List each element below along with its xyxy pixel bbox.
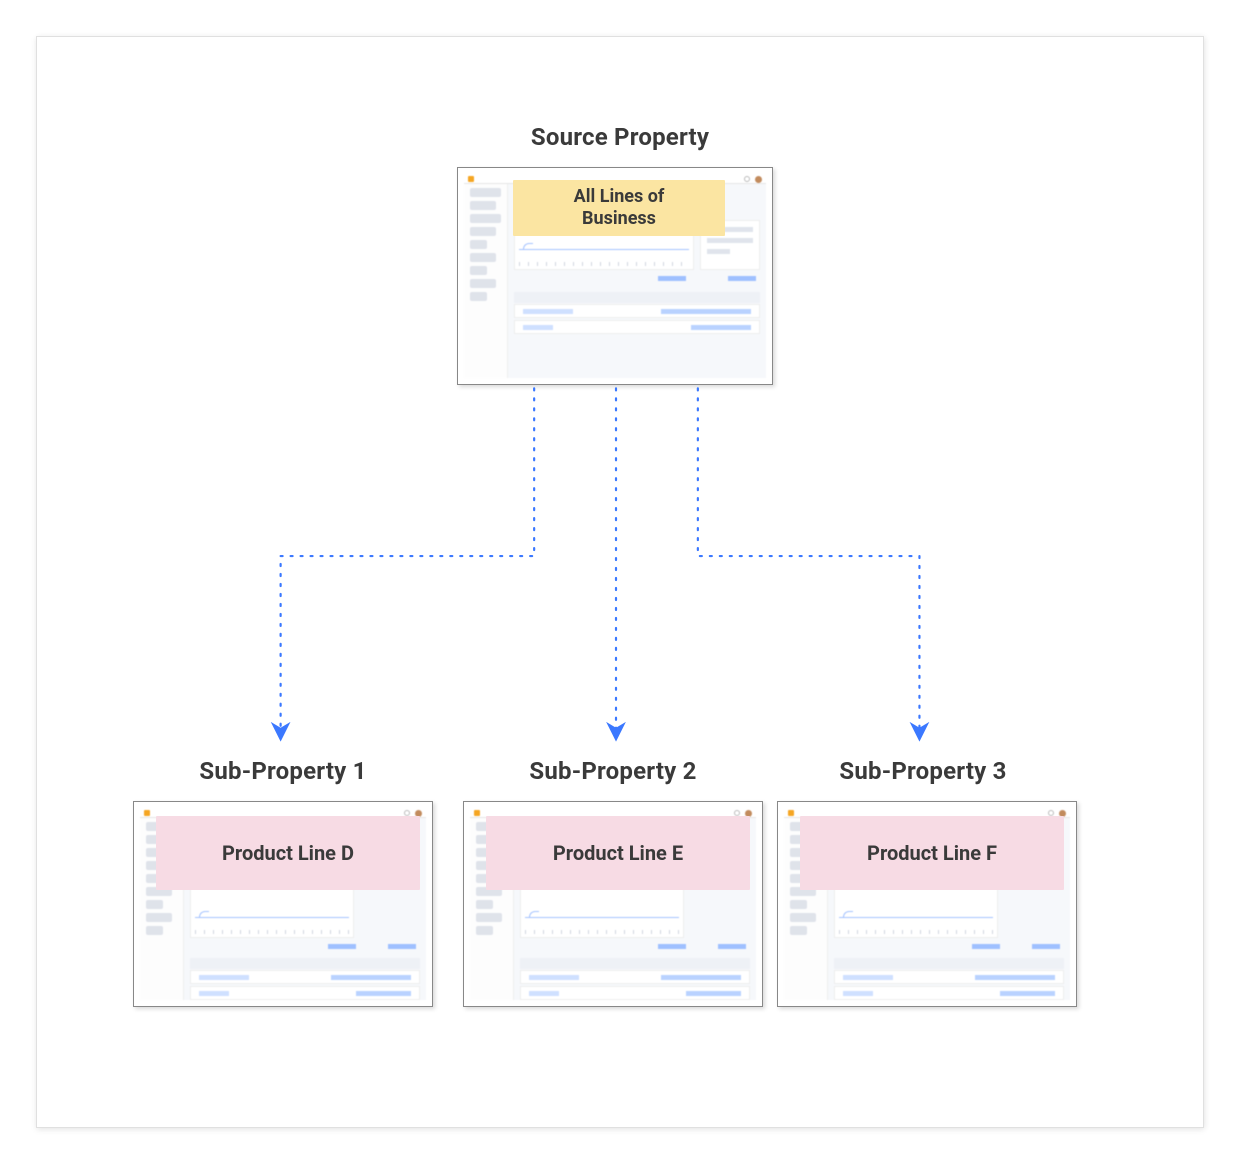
- sub-title-3: Sub-Property 3: [773, 757, 1073, 785]
- source-badge: All Lines of Business: [513, 180, 725, 236]
- sub-badge-3: Product Line F: [800, 816, 1064, 890]
- source-title: Source Property: [37, 123, 1203, 151]
- sub-badge-2: Product Line E: [486, 816, 750, 890]
- sub-card-3: Product Line F: [777, 801, 1077, 1007]
- sub-title-1: Sub-Property 1: [133, 757, 433, 785]
- sub-badge-1: Product Line D: [156, 816, 420, 890]
- sub-card-2: Product Line E: [463, 801, 763, 1007]
- source-card: All Lines of Business: [457, 167, 773, 385]
- sub-card-1: Product Line D: [133, 801, 433, 1007]
- diagram-canvas: Source Property: [36, 36, 1204, 1128]
- sub-title-2: Sub-Property 2: [463, 757, 763, 785]
